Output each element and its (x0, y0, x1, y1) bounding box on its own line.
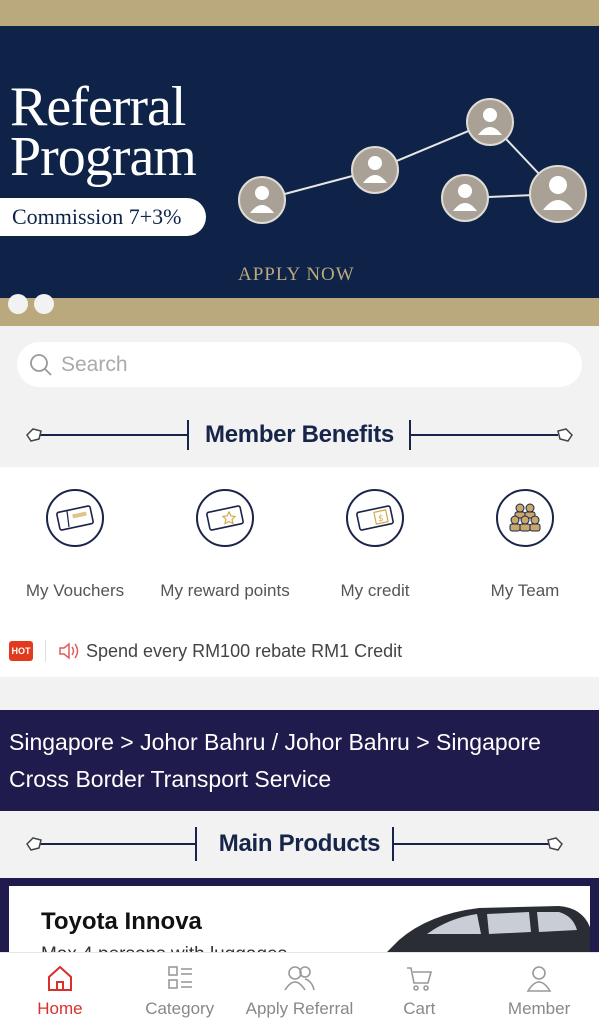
benefit-label: My Team (490, 581, 560, 600)
benefit-my-credit[interactable]: $ My credit (300, 489, 450, 601)
route-line2: Cross Border Transport Service (9, 766, 332, 792)
hot-badge: HOT (9, 641, 33, 661)
nav-apply-referral[interactable]: Apply Referral (240, 953, 360, 1024)
speaker-icon (59, 642, 79, 660)
benefit-label: My Vouchers (25, 581, 125, 600)
divider (45, 640, 46, 662)
nav-label: Cart (403, 999, 436, 1018)
product-subtitle: Max 4 persons with luggages (41, 944, 287, 952)
nav-label: Home (37, 999, 83, 1018)
benefit-label: My reward points (160, 581, 290, 600)
main-products-header: Main Products (0, 813, 599, 875)
banner-title-line1: Referral (10, 76, 186, 138)
referral-banner[interactable]: Referral Program Commission 7+3% APPLY N… (0, 0, 599, 326)
voucher-icon (46, 489, 104, 547)
home-icon (47, 965, 72, 991)
banner-title-line2: Program (10, 126, 197, 188)
announcement-ticker[interactable]: HOT Spend every RM100 rebate RM1 Credit (0, 635, 599, 667)
banner-slide[interactable]: Referral Program Commission 7+3% APPLY N… (0, 26, 599, 298)
benefit-my-team[interactable]: My Team (450, 489, 599, 601)
nav-category[interactable]: Category (120, 953, 240, 1024)
product-name: Toyota Innova (41, 908, 202, 935)
referral-icon (284, 966, 316, 991)
route-line1: Singapore > Johor Bahru / Johor Bahru > … (9, 729, 541, 755)
member-benefits-title: Member Benefits (205, 421, 394, 448)
nav-label: Apply Referral (245, 999, 354, 1018)
nav-member[interactable]: Member (479, 953, 599, 1024)
reward-points-icon (196, 489, 254, 547)
ticker-text: Spend every RM100 rebate RM1 Credit (86, 640, 403, 661)
team-icon (496, 489, 554, 547)
credit-icon: $ (346, 489, 404, 547)
route-banner[interactable]: Singapore > Johor Bahru / Johor Bahru > … (0, 710, 599, 811)
product-card-toyota-innova[interactable]: Toyota Innova Max 4 persons with luggage… (9, 886, 590, 952)
category-icon (167, 966, 192, 989)
benefit-my-reward-points[interactable]: My reward points (150, 489, 300, 601)
search-bar[interactable] (17, 342, 582, 387)
apply-now-button[interactable]: APPLY NOW (238, 264, 355, 286)
bottom-navigation: Home Category Apply Referral Cart Member (0, 952, 599, 1024)
benefit-my-vouchers[interactable]: My Vouchers (0, 489, 150, 601)
carousel-dots (8, 294, 54, 314)
member-benefits-header: Member Benefits (0, 404, 599, 466)
nav-home[interactable]: Home (0, 953, 120, 1024)
member-icon (526, 966, 552, 992)
main-products-title: Main Products (218, 830, 381, 857)
benefit-label: My credit (340, 581, 410, 600)
car-image (387, 906, 590, 952)
svg-text:$: $ (378, 514, 384, 524)
search-icon (30, 353, 52, 376)
search-input[interactable] (61, 352, 541, 377)
banner-title: Referral Program (10, 76, 197, 188)
member-benefits-panel: My Vouchers My reward points $ My credit… (0, 467, 599, 677)
carousel-dot[interactable] (34, 294, 54, 314)
commission-badge: Commission 7+3% (0, 198, 206, 236)
product-card-frame: Toyota Innova Max 4 persons with luggage… (0, 878, 599, 952)
cart-icon (407, 967, 433, 991)
nav-label: Category (145, 999, 215, 1018)
nav-cart[interactable]: Cart (359, 953, 479, 1024)
carousel-dot[interactable] (8, 294, 28, 314)
nav-label: Member (507, 999, 571, 1018)
